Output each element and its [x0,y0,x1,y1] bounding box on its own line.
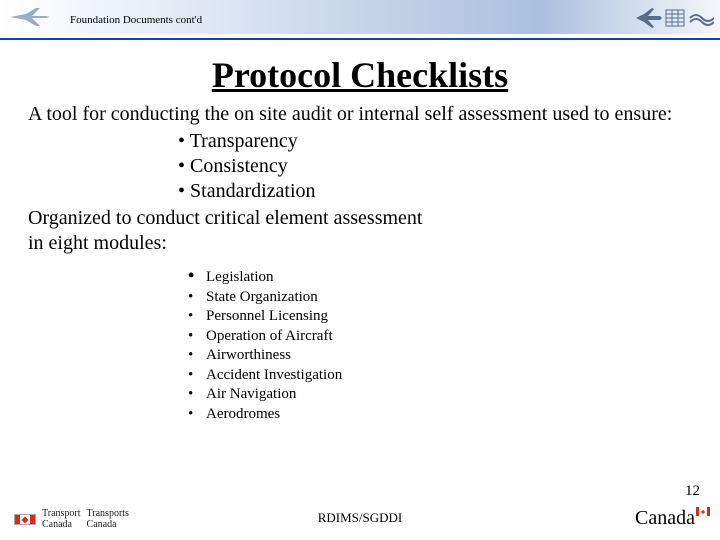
modules-list: Legislation State Organization Personnel… [188,264,692,424]
footer-center: RDIMS/SGDDI [0,510,720,526]
pillar-item: Transparency [178,129,692,154]
module-item: Operation of Aircraft [188,327,692,347]
canada-wordmark: Canada [635,507,710,530]
module-item: Aerodromes [188,405,692,425]
footer: Transport Canada Transports Canada RDIMS… [0,504,720,532]
module-item: Air Navigation [188,385,692,405]
plane-icon [6,2,54,37]
canada-flag-small-icon [696,507,710,516]
body-content: A tool for conducting the on site audit … [0,96,720,424]
organized-text: Organized to conduct critical element as… [28,206,692,256]
page-title: Protocol Checklists [0,54,720,96]
canada-wordmark-text: Canada [635,507,695,529]
module-item: Legislation [188,264,692,288]
breadcrumb: Foundation Documents cont'd [70,14,202,26]
pillar-item: Consistency [178,154,692,179]
module-item: Personnel Licensing [188,307,692,327]
intro-text: A tool for conducting the on site audit … [28,102,692,127]
header-bar: Foundation Documents cont'd [0,0,720,40]
page-number: 12 [685,483,700,500]
organized-line1: Organized to conduct critical element as… [28,207,423,229]
header-right-icons [634,4,714,32]
module-item: Accident Investigation [188,366,692,386]
pillars-list: Transparency Consistency Standardization [178,129,692,204]
slide: Foundation Documents cont'd Protocol Che… [0,0,720,540]
module-item: Airworthiness [188,346,692,366]
pillar-item: Standardization [178,179,692,204]
decor-icon [634,4,714,32]
module-item: State Organization [188,288,692,308]
header-underline [0,38,720,40]
organized-line2: in eight modules: [28,232,167,254]
footer-right: Canada [635,507,710,530]
